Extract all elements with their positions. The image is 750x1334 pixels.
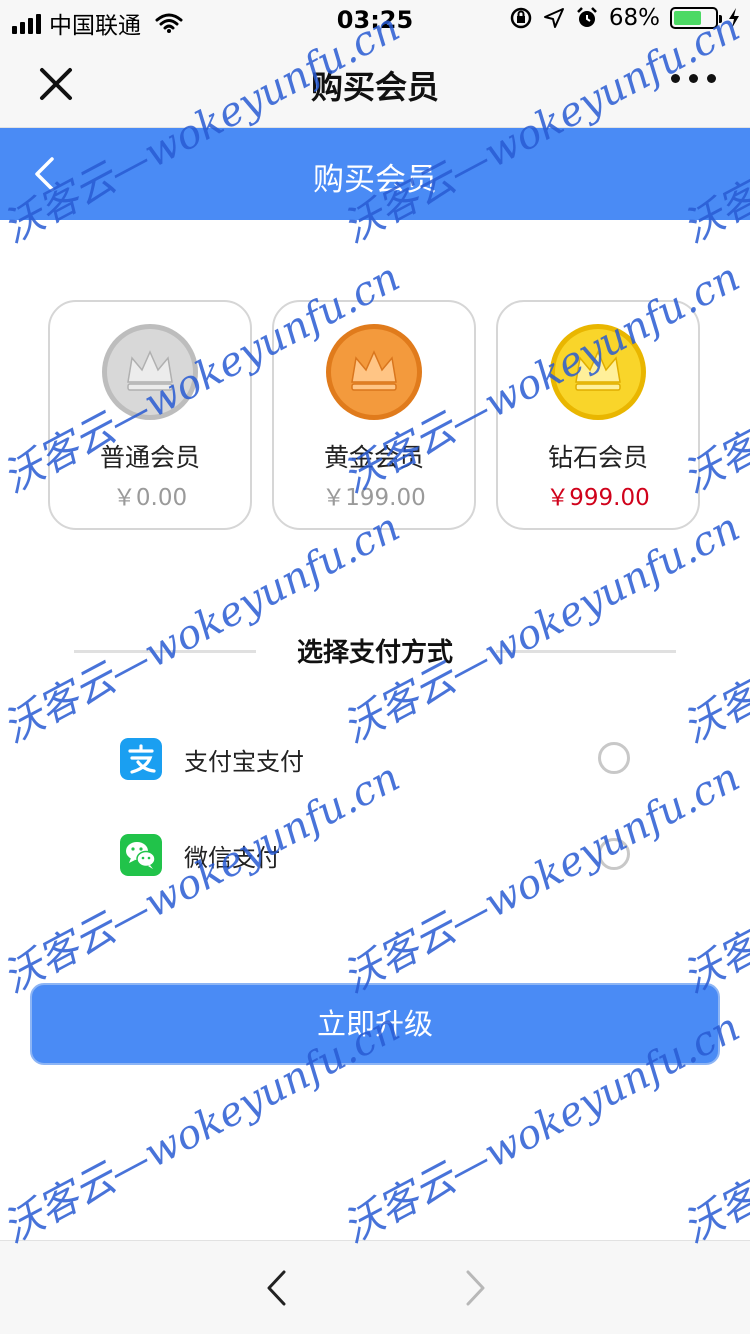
charging-icon <box>729 8 739 28</box>
member-card-diamond[interactable]: 钻石会员 ￥999.00 <box>496 300 700 530</box>
payment-option-label: 微信支付 <box>184 844 280 872</box>
app-header: 购买会员 <box>0 128 750 220</box>
alipay-icon <box>120 738 162 780</box>
member-card-regular[interactable]: 普通会员 ￥0.00 <box>48 300 252 530</box>
wechat-nav-title: 购买会员 <box>310 68 439 106</box>
battery-icon <box>670 7 722 29</box>
member-options: 普通会员 ￥0.00 黄金会员 ￥199.00 钻石会员 ￥999.00 <box>48 300 702 530</box>
member-price: ￥199.00 <box>322 485 426 511</box>
more-dots-icon[interactable] <box>671 74 716 83</box>
member-name: 普通会员 <box>99 443 200 472</box>
member-price: ￥0.00 <box>112 485 188 511</box>
upgrade-now-button[interactable]: 立即升级 <box>30 983 720 1065</box>
wechat-nav-bar: 购买会员 <box>0 40 750 128</box>
battery-fill <box>674 11 702 25</box>
rotation-lock-icon <box>510 7 532 29</box>
radio-alipay[interactable] <box>598 742 630 774</box>
payment-section-title: 选择支付方式 <box>296 638 453 668</box>
watermark-text: 沃客云—wokeyunfu.cn <box>675 754 750 1003</box>
watermark-text: 沃客云—wokeyunfu.cn <box>0 504 408 753</box>
watermark-text: 沃客云—wokeyunfu.cn <box>675 504 750 753</box>
wechat-pay-icon <box>120 834 162 876</box>
chevron-right-icon[interactable] <box>460 1269 490 1307</box>
payment-option-wechat[interactable]: 微信支付 <box>120 834 640 878</box>
watermark-text: 沃客云—wokeyunfu.cn <box>335 504 748 753</box>
location-arrow-icon <box>543 8 564 28</box>
status-right: 68% <box>509 5 740 31</box>
silver-crown-coin-icon <box>102 324 198 420</box>
battery-percent: 68% <box>608 5 660 31</box>
member-card-gold[interactable]: 黄金会员 ￥199.00 <box>272 300 476 530</box>
page-title: 购买会员 <box>313 162 437 198</box>
bottom-toolbar <box>0 1240 750 1334</box>
orange-crown-coin-icon <box>326 324 422 420</box>
chevron-left-icon[interactable] <box>262 1269 292 1307</box>
member-name: 黄金会员 <box>323 443 424 472</box>
status-bar: 中国联通 03:25 68% <box>0 0 750 40</box>
payment-option-alipay[interactable]: 支付宝支付 <box>120 738 640 782</box>
alarm-icon <box>576 7 597 27</box>
gold-crown-coin-icon <box>550 324 646 420</box>
radio-wechat[interactable] <box>598 838 630 870</box>
member-price: ￥999.00 <box>546 485 650 511</box>
payment-option-label: 支付宝支付 <box>184 748 304 776</box>
member-name: 钻石会员 <box>547 443 648 472</box>
